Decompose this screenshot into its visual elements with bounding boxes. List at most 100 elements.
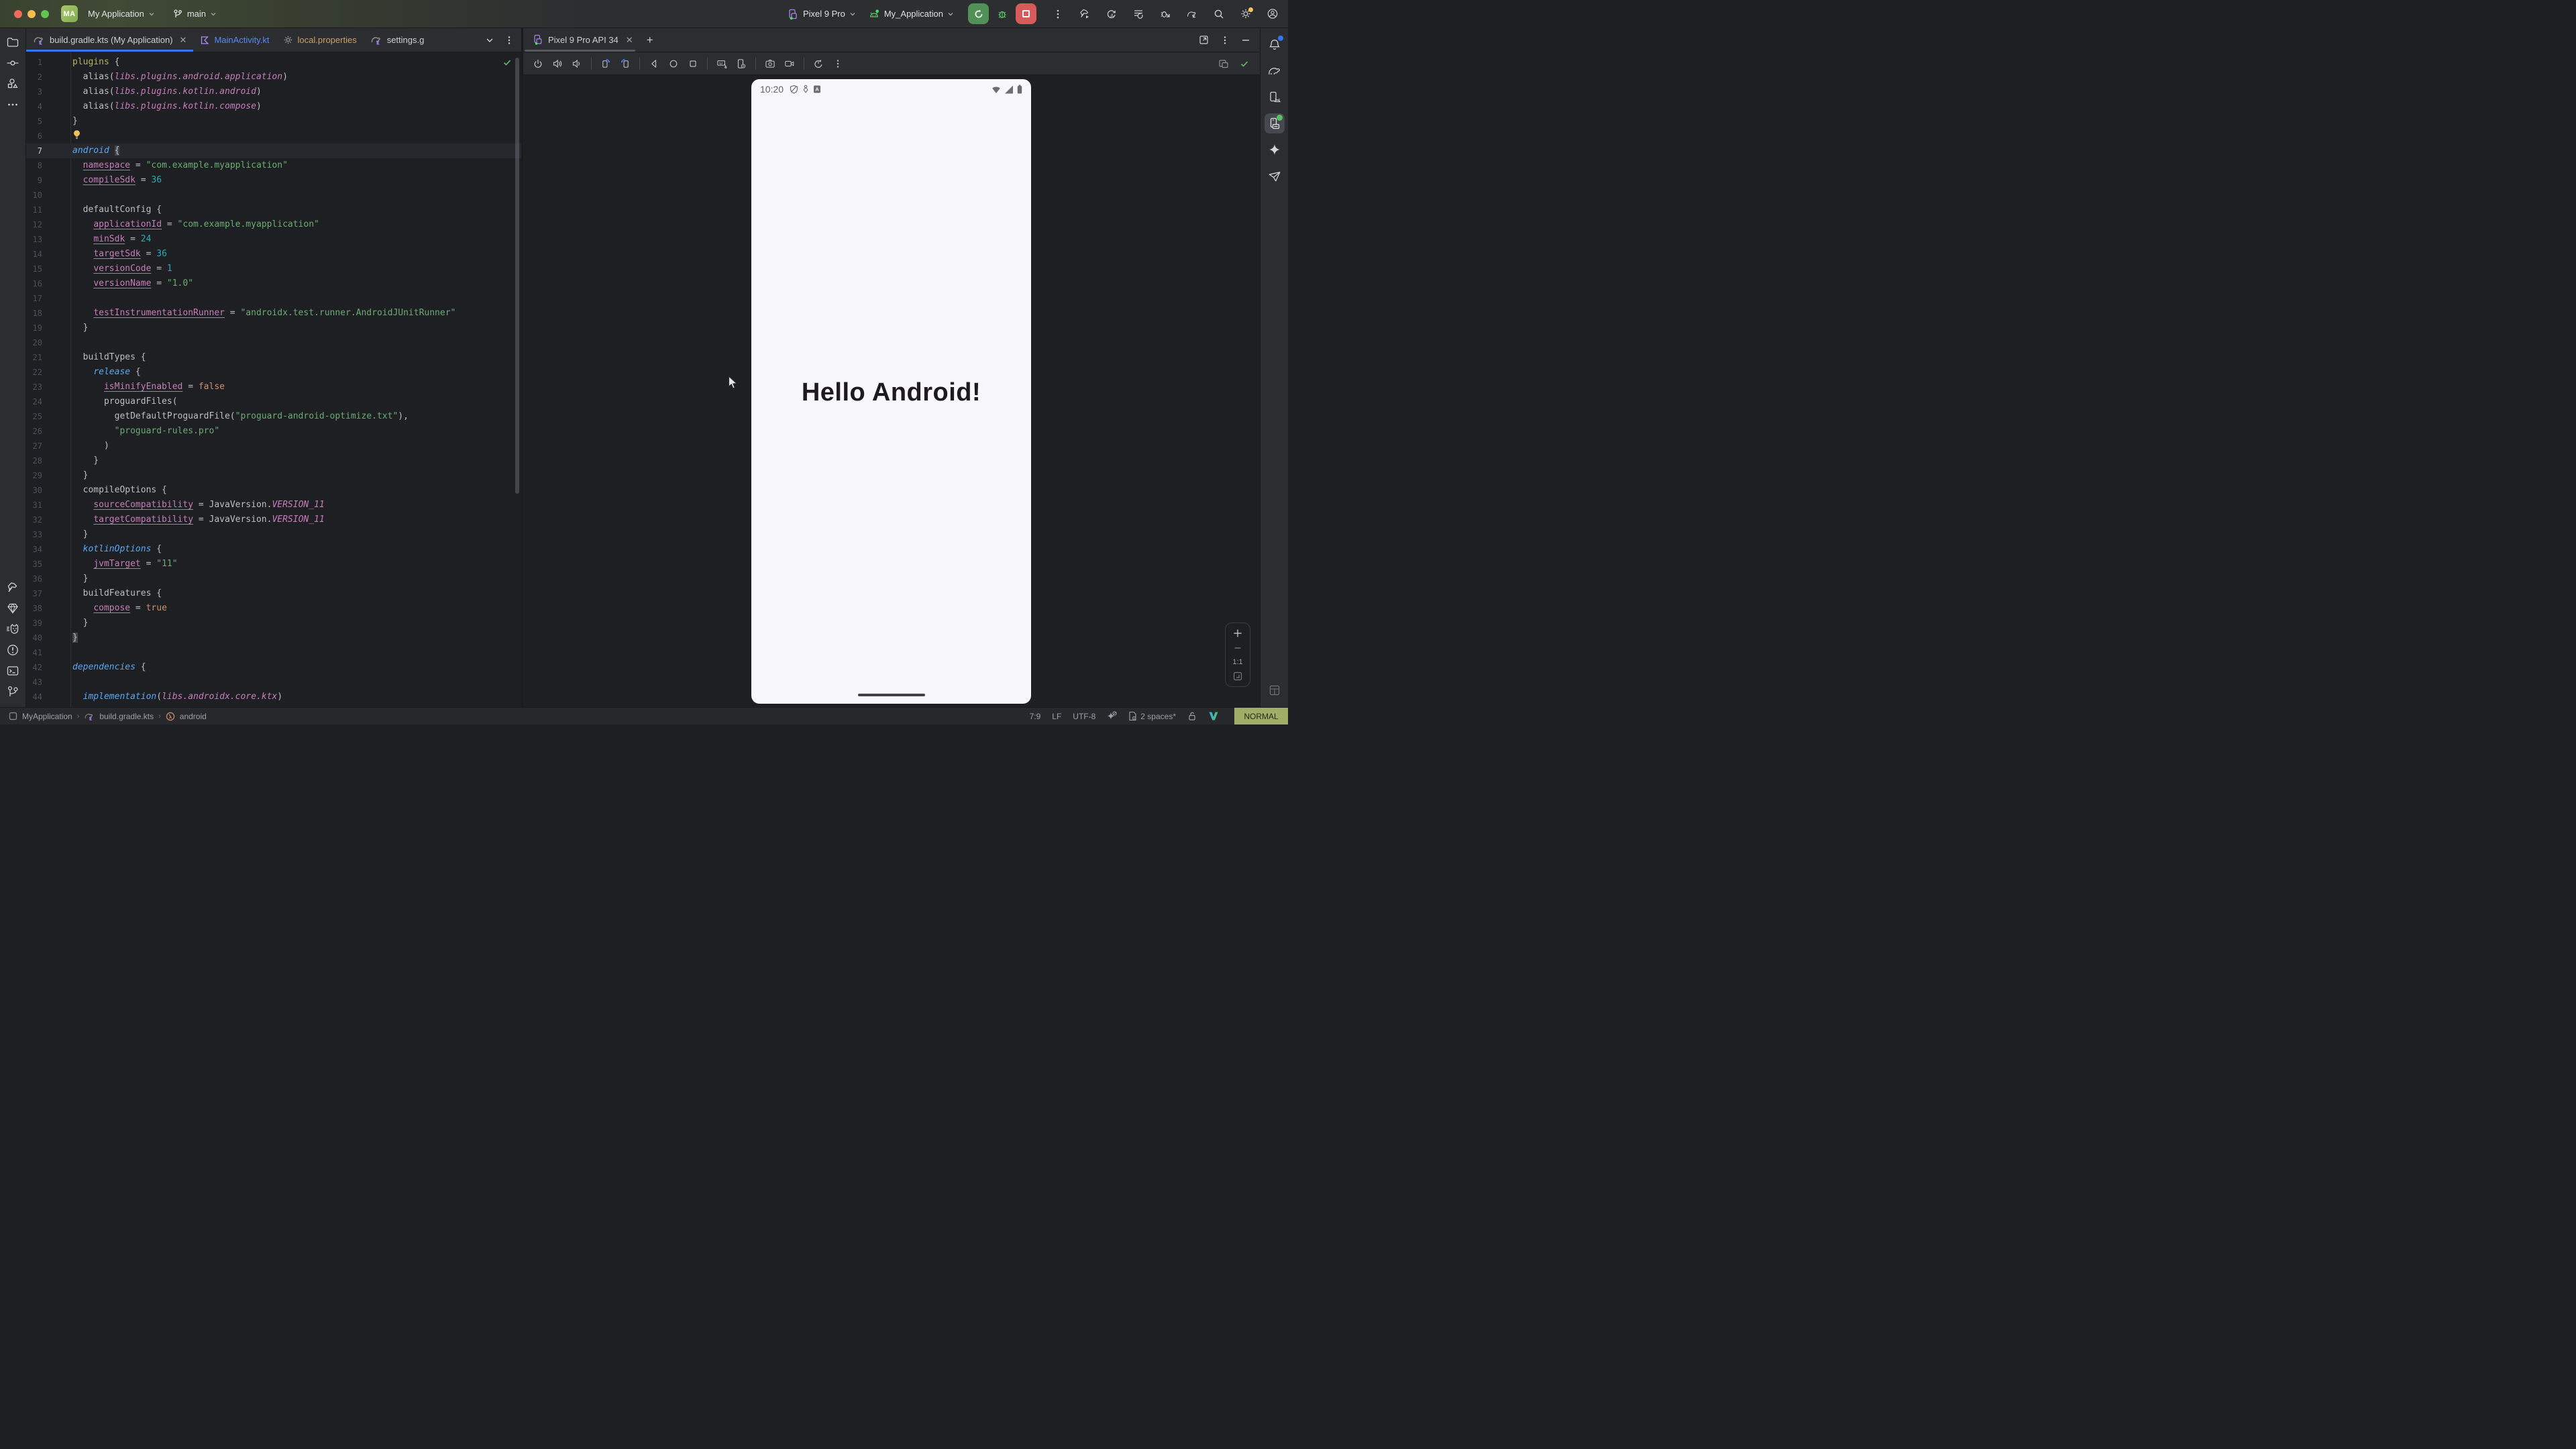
tab-list-chevron-icon[interactable] bbox=[485, 36, 494, 45]
device-screen[interactable]: 10:20 A bbox=[751, 79, 1031, 704]
account-button[interactable] bbox=[1267, 8, 1279, 20]
add-device-tab-button[interactable]: + bbox=[639, 34, 661, 47]
back-button[interactable] bbox=[649, 58, 659, 69]
build-run-button[interactable] bbox=[1079, 8, 1091, 20]
code-line-32[interactable]: 32 targetCompatibility = JavaVersion.VER… bbox=[26, 513, 521, 527]
record-screen-button[interactable] bbox=[784, 58, 795, 69]
app-quality-insights-tool-button[interactable] bbox=[5, 601, 20, 616]
code-line-17[interactable]: 17 bbox=[26, 291, 521, 306]
code-line-27[interactable]: 27 ) bbox=[26, 439, 521, 453]
home-indicator[interactable] bbox=[858, 694, 925, 696]
caret-position-widget[interactable]: 7:9 bbox=[1030, 712, 1041, 721]
code-line-20[interactable]: 20 bbox=[26, 335, 521, 350]
gemini-tool-button[interactable] bbox=[1265, 140, 1285, 160]
zoom-in-button[interactable] bbox=[1233, 629, 1242, 638]
attach-debugger-button[interactable] bbox=[1159, 8, 1171, 20]
code-line-5[interactable]: 5} bbox=[26, 114, 521, 129]
tab-settings-gradle[interactable]: settings.g bbox=[364, 28, 431, 52]
panel-options-kebab-icon[interactable] bbox=[1221, 36, 1229, 45]
tab-options-kebab-icon[interactable] bbox=[505, 36, 513, 45]
code-line-4[interactable]: 4 alias(libs.plugins.kotlin.compose) bbox=[26, 99, 521, 114]
vcs-branch-widget[interactable]: main bbox=[172, 9, 217, 19]
device-selector[interactable]: Pixel 9 Pro bbox=[787, 8, 856, 20]
code-line-36[interactable]: 36 } bbox=[26, 572, 521, 586]
code-line-21[interactable]: 21 buildTypes { bbox=[26, 350, 521, 365]
reset-button[interactable] bbox=[813, 58, 824, 69]
tab-pixel-9-pro-api-34[interactable]: Pixel 9 Pro API 34 ✕ bbox=[523, 34, 639, 46]
breadcrumb-element[interactable]: android bbox=[180, 712, 207, 721]
gradle-sync-button[interactable] bbox=[1186, 8, 1198, 20]
zoom-out-button[interactable] bbox=[1233, 643, 1242, 653]
rotate-right-button[interactable] bbox=[620, 58, 631, 69]
code-line-44[interactable]: 44 implementation(libs.androidx.core.ktx… bbox=[26, 690, 521, 704]
code-line-6[interactable]: 6 bbox=[26, 129, 521, 144]
debug-app-button[interactable] bbox=[996, 8, 1008, 20]
ai-assist-disabled-icon[interactable] bbox=[1107, 711, 1117, 721]
power-button[interactable] bbox=[533, 58, 543, 69]
sync-button[interactable]: A bbox=[1106, 8, 1118, 20]
code-line-22[interactable]: 22 release { bbox=[26, 365, 521, 380]
code-line-43[interactable]: 43 bbox=[26, 675, 521, 690]
close-tab-icon[interactable]: ✕ bbox=[180, 35, 187, 46]
home-button[interactable] bbox=[668, 58, 679, 69]
encoding-widget[interactable]: UTF-8 bbox=[1073, 712, 1095, 721]
code-line-2[interactable]: 2 alias(libs.plugins.android.application… bbox=[26, 70, 521, 85]
code-line-15[interactable]: 15 versionCode = 1 bbox=[26, 262, 521, 276]
editor-scrollbar[interactable] bbox=[515, 58, 519, 494]
code-line-8[interactable]: 8 namespace = "com.example.myapplication… bbox=[26, 158, 521, 173]
project-widget[interactable]: MA My Application bbox=[61, 5, 155, 22]
code-line-23[interactable]: 23 isMinifyEnabled = false bbox=[26, 380, 521, 394]
emulator-more-kebab-icon[interactable] bbox=[833, 58, 843, 69]
running-devices-tool-button[interactable] bbox=[1265, 113, 1285, 133]
code-line-18[interactable]: 18 testInstrumentationRunner = "androidx… bbox=[26, 306, 521, 321]
intention-bulb-icon[interactable] bbox=[72, 129, 81, 140]
tab-local-properties[interactable]: local.properties bbox=[276, 28, 364, 52]
window-layouts-button[interactable] bbox=[1265, 680, 1285, 700]
display-settings-icon[interactable] bbox=[1218, 58, 1229, 69]
code-line-19[interactable]: 19 } bbox=[26, 321, 521, 335]
logcat-tool-button[interactable] bbox=[5, 622, 20, 637]
code-line-29[interactable]: 29 } bbox=[26, 468, 521, 483]
code-line-14[interactable]: 14 targetSdk = 36 bbox=[26, 247, 521, 262]
breadcrumb-file[interactable]: build.gradle.kts bbox=[99, 712, 154, 721]
code-line-11[interactable]: 11 defaultConfig { bbox=[26, 203, 521, 217]
code-line-1[interactable]: 1plugins { bbox=[26, 55, 521, 70]
line-ending-widget[interactable]: LF bbox=[1052, 712, 1061, 721]
code-line-42[interactable]: 42dependencies { bbox=[26, 660, 521, 675]
code-line-30[interactable]: 30 compileOptions { bbox=[26, 483, 521, 498]
code-editor[interactable]: 1plugins {2 alias(libs.plugins.android.a… bbox=[26, 52, 521, 707]
gradle-tool-button[interactable] bbox=[1265, 61, 1285, 81]
overview-button[interactable] bbox=[688, 58, 698, 69]
more-tool-windows-button[interactable] bbox=[5, 97, 20, 112]
code-line-28[interactable]: 28 } bbox=[26, 453, 521, 468]
zoom-ratio-button[interactable]: 1:1 bbox=[1232, 658, 1242, 666]
code-line-25[interactable]: 25 getDefaultProguardFile("proguard-andr… bbox=[26, 409, 521, 424]
settings-button[interactable] bbox=[1240, 8, 1252, 20]
file-writable-unlock-icon[interactable] bbox=[1187, 711, 1197, 721]
build-tool-button[interactable] bbox=[5, 580, 20, 595]
code-line-34[interactable]: 34 kotlinOptions { bbox=[26, 542, 521, 557]
stop-app-button[interactable] bbox=[1016, 3, 1036, 24]
profiler-button[interactable] bbox=[1132, 8, 1144, 20]
code-line-24[interactable]: 24 proguardFiles( bbox=[26, 394, 521, 409]
code-line-16[interactable]: 16 versionName = "1.0" bbox=[26, 276, 521, 291]
open-in-window-icon[interactable] bbox=[1199, 35, 1209, 45]
code-line-33[interactable]: 33 } bbox=[26, 527, 521, 542]
code-line-40[interactable]: 40} bbox=[26, 631, 521, 645]
ideavim-icon[interactable] bbox=[1208, 711, 1219, 721]
code-line-35[interactable]: 35 jvmTarget = "11" bbox=[26, 557, 521, 572]
project-tool-button[interactable] bbox=[5, 35, 20, 50]
more-actions-menu[interactable] bbox=[1052, 8, 1064, 20]
fit-to-window-button[interactable] bbox=[1233, 672, 1242, 681]
commit-tool-button[interactable] bbox=[5, 56, 20, 70]
version-control-tool-button[interactable] bbox=[5, 684, 20, 699]
device-settings-button[interactable] bbox=[736, 58, 747, 69]
code-line-38[interactable]: 38 compose = true bbox=[26, 601, 521, 616]
search-everywhere-button[interactable] bbox=[1213, 8, 1225, 20]
code-line-13[interactable]: 13 minSdk = 24 bbox=[26, 232, 521, 247]
indent-widget[interactable]: 2 spaces* bbox=[1128, 711, 1176, 721]
terminal-tool-button[interactable] bbox=[5, 663, 20, 678]
rerun-app-button[interactable] bbox=[968, 3, 989, 24]
breadcrumb-project[interactable]: MyApplication bbox=[22, 712, 72, 721]
screenshot-button[interactable] bbox=[765, 58, 775, 69]
